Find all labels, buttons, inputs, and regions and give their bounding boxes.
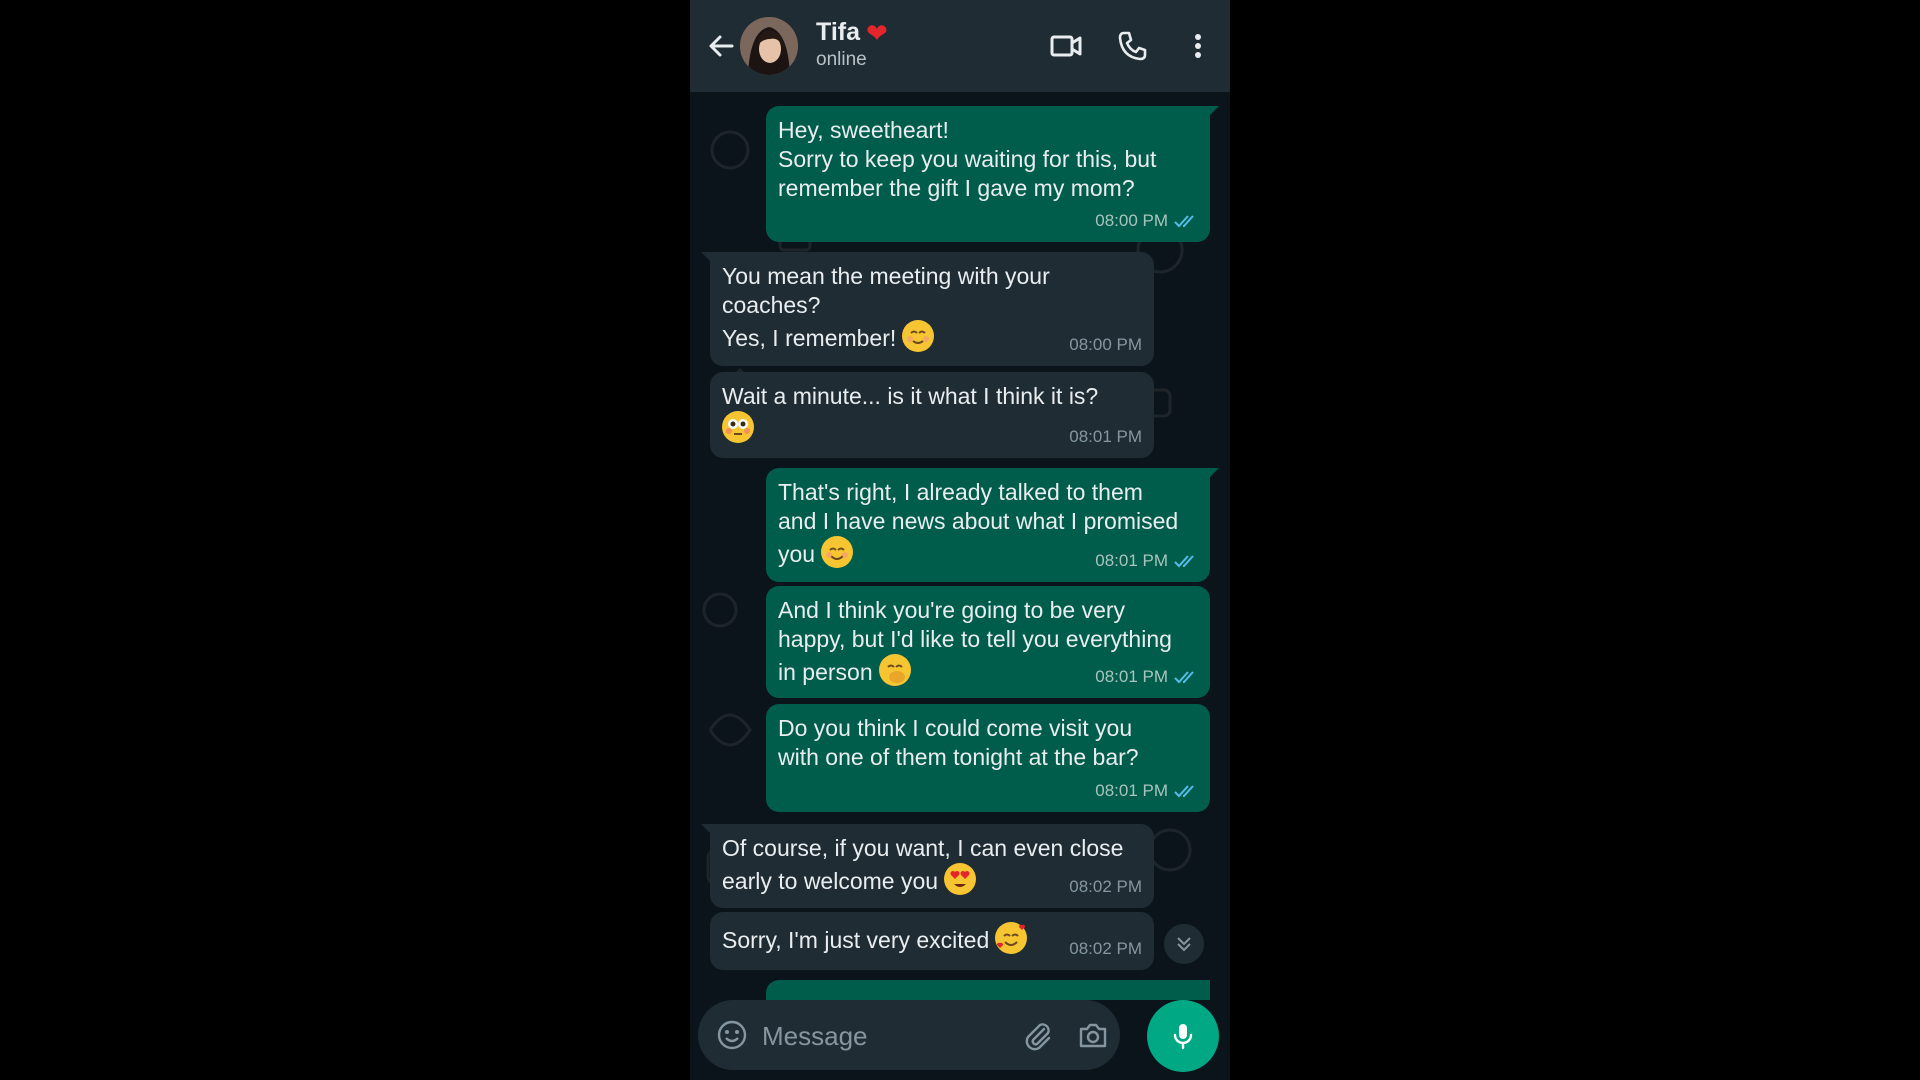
contact-avatar[interactable]	[740, 17, 798, 75]
message-meta: 08:00 PM	[1069, 330, 1142, 359]
message-bubble-outgoing-partial	[766, 980, 1210, 1000]
message-time: 08:01 PM	[1095, 781, 1168, 800]
read-ticks-icon	[1174, 214, 1194, 227]
read-ticks-icon	[1174, 670, 1194, 683]
smiling-face-with-hearts-emoji	[995, 922, 1028, 954]
message-time: 08:00 PM	[1069, 335, 1142, 354]
message-bubble-outgoing[interactable]: And I think you're going to be very happ…	[766, 586, 1210, 698]
message-time: 08:01 PM	[1095, 551, 1168, 570]
message-bubble-outgoing[interactable]: Hey, sweetheart! Sorry to keep you waiti…	[766, 106, 1219, 242]
message-text: Hey, sweetheart! Sorry to keep you waiti…	[778, 117, 1157, 201]
message-bubble-incoming[interactable]: Sorry, I'm just very excited 08:02 PM	[710, 912, 1154, 970]
contact-status: online	[816, 49, 867, 70]
relieved-face-emoji	[902, 320, 935, 352]
double-chevron-down-icon	[1177, 937, 1191, 952]
message-meta: 08:02 PM	[1069, 872, 1142, 901]
message-bubble-outgoing[interactable]: That's right, I already talked to them a…	[766, 468, 1219, 582]
message-meta: 08:01 PM	[1095, 546, 1198, 575]
contact-info[interactable]: Tifa ❤ online	[816, 18, 888, 71]
message-bubble-incoming[interactable]: Wait a minute... is it what I think it i…	[710, 372, 1154, 458]
emoji-icon[interactable]	[716, 1019, 748, 1051]
message-input[interactable]	[760, 1014, 994, 1058]
message-meta: 08:01 PM	[1095, 776, 1198, 805]
paperclip-icon[interactable]	[1020, 1018, 1054, 1052]
camera-icon[interactable]	[1076, 1018, 1110, 1052]
message-meta: 08:01 PM	[1095, 662, 1198, 691]
voice-message-button[interactable]	[1147, 1000, 1219, 1072]
chat-header: Tifa ❤ online	[690, 0, 1230, 92]
message-time: 08:02 PM	[1069, 939, 1142, 958]
message-time: 08:02 PM	[1069, 877, 1142, 896]
read-ticks-icon	[1174, 554, 1194, 567]
video-call-icon[interactable]	[1046, 26, 1086, 66]
message-bubble-outgoing[interactable]: Do you think I could come visit you with…	[766, 704, 1210, 812]
message-meta: 08:00 PM	[1095, 206, 1198, 235]
message-time: 08:01 PM	[1095, 667, 1168, 686]
chat-screen: Tifa ❤ online Hey, sweetheart! Sorry to …	[690, 0, 1230, 1080]
message-meta: 08:02 PM	[1069, 934, 1142, 963]
heart-eyes-face-emoji	[944, 863, 977, 895]
flushed-face-emoji	[722, 411, 754, 443]
hand-over-mouth-face-emoji	[878, 654, 911, 686]
voice-call-icon[interactable]	[1112, 26, 1152, 66]
smiling-face-emoji	[821, 536, 854, 568]
contact-name: Tifa	[816, 18, 860, 46]
message-text: Do you think I could come visit you with…	[778, 715, 1139, 770]
microphone-icon	[1173, 1024, 1193, 1050]
message-time: 08:01 PM	[1069, 427, 1142, 446]
back-arrow-icon[interactable]	[702, 26, 742, 66]
more-options-icon[interactable]	[1178, 26, 1218, 66]
message-bubble-incoming[interactable]: Of course, if you want, I can even close…	[701, 824, 1154, 908]
message-time: 08:00 PM	[1095, 211, 1168, 230]
read-ticks-icon	[1174, 784, 1194, 797]
message-composer	[698, 1000, 1120, 1070]
heart-emoji: ❤	[866, 17, 888, 48]
message-meta: 08:01 PM	[1069, 422, 1142, 451]
scroll-to-bottom-button[interactable]	[1164, 924, 1204, 964]
message-bubble-incoming[interactable]: You mean the meeting with your coaches? …	[701, 252, 1154, 366]
